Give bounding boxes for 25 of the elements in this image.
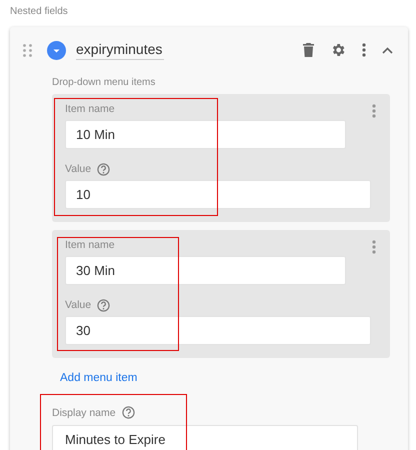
more-icon[interactable] — [372, 104, 376, 118]
help-icon[interactable] — [122, 406, 135, 419]
add-menu-item-link[interactable]: Add menu item — [60, 372, 138, 384]
more-icon[interactable] — [372, 240, 376, 254]
dropdown-type-icon — [47, 40, 66, 60]
caret-icon[interactable] — [382, 46, 393, 54]
help-icon[interactable] — [97, 162, 110, 176]
field-label: Value — [65, 163, 92, 175]
field-label: Value — [65, 299, 92, 311]
section-title: Nested fields — [10, 6, 69, 17]
value-field[interactable]: 10 — [65, 180, 371, 209]
field-name[interactable]: expiryminutes — [76, 40, 164, 60]
field-label: Item name — [65, 239, 115, 251]
item-name-field[interactable]: 30 Min — [65, 256, 346, 285]
help-icon[interactable] — [97, 298, 110, 312]
field-label: Display name — [52, 406, 116, 418]
field-label: Item name — [65, 103, 115, 115]
section-label: Drop-down menu items — [52, 77, 156, 88]
display-name-field[interactable]: Minutes to Expire — [52, 425, 358, 450]
item-name-field[interactable]: 10 Min — [65, 120, 346, 149]
value-field[interactable]: 30 — [65, 316, 371, 345]
drag-handle-icon[interactable] — [23, 44, 32, 56]
more-icon[interactable] — [362, 43, 366, 57]
settings-icon[interactable] — [330, 42, 346, 58]
trash-icon[interactable] — [303, 43, 314, 57]
